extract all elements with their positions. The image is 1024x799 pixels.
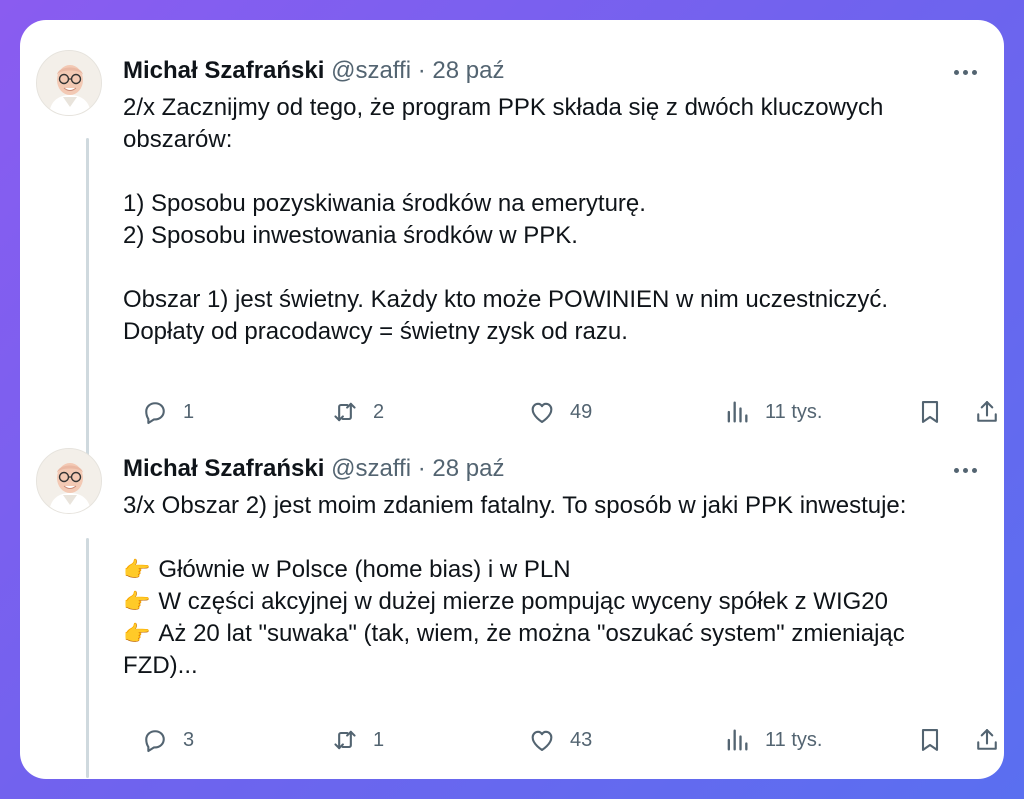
like-button[interactable]: 49 — [528, 394, 592, 430]
more-icon[interactable] — [954, 68, 980, 78]
view-count: 11 tys. — [765, 400, 823, 423]
bullet-text: W części akcyjnej w dużej mierze pompują… — [158, 588, 888, 615]
tweet-text: 3/x Obszar 2) jest moim zdaniem fatalny.… — [123, 490, 906, 682]
action-bar: 1 2 49 11 tys. — [123, 394, 997, 430]
tweet-text-line: 2/x Zacznijmy od tego, że program PPK sk… — [123, 94, 884, 121]
share-button[interactable] — [973, 394, 1001, 430]
action-bar: 3 1 43 11 tys. — [123, 722, 997, 758]
retweet-button[interactable]: 1 — [331, 722, 384, 758]
tweet-text-line: obszarów: — [123, 126, 233, 153]
views-button[interactable]: 11 tys. — [723, 394, 822, 430]
reply-count: 3 — [183, 728, 195, 751]
tweet-text-line — [123, 252, 888, 284]
author-handle[interactable]: @szaffi — [331, 57, 411, 84]
reply-count: 1 — [183, 400, 195, 423]
tweet-text-line — [123, 522, 906, 554]
views-icon — [727, 401, 748, 423]
share-icon — [977, 729, 997, 750]
bookmark-icon — [921, 729, 939, 751]
author-handle[interactable]: @szaffi — [331, 455, 411, 482]
heart-icon — [531, 402, 553, 423]
reply-icon — [145, 730, 165, 753]
pointing-hand-icon: 👉 — [123, 589, 151, 614]
bullet-text: Głównie w Polsce (home bias) i w PLN — [158, 556, 571, 583]
avatar[interactable] — [36, 448, 102, 514]
tweet-text-line: 1) Sposobu pozyskiwania środków na emery… — [123, 190, 646, 217]
tweet-text-line: FZD)... — [123, 652, 198, 679]
avatar[interactable] — [36, 50, 102, 116]
tweet-text-line — [123, 156, 888, 188]
thread-connector — [86, 138, 89, 460]
bullet-line: 👉 Głównie w Polsce (home bias) i w PLN — [123, 554, 906, 586]
views-button[interactable]: 11 tys. — [723, 722, 822, 758]
reply-button[interactable]: 3 — [141, 722, 194, 758]
share-icon — [977, 401, 997, 422]
retweet-icon — [334, 402, 356, 422]
reply-button[interactable]: 1 — [141, 394, 194, 430]
tweet-date[interactable]: 28 paź — [432, 57, 504, 84]
view-count: 11 tys. — [765, 728, 823, 751]
bookmark-button[interactable] — [916, 394, 944, 430]
tweet-text-line: 3/x Obszar 2) jest moim zdaniem fatalny.… — [123, 492, 907, 519]
separator-dot: · — [417, 57, 426, 84]
views-icon — [727, 729, 748, 751]
share-button[interactable] — [973, 722, 1001, 758]
author-name[interactable]: Michał Szafrański — [123, 455, 324, 482]
retweet-icon — [334, 730, 356, 750]
retweet-button[interactable]: 2 — [331, 394, 384, 430]
thread-card: Michał Szafrański @szaffi · 28 paź 2/x Z… — [20, 20, 1004, 779]
pointing-hand-icon: 👉 — [123, 621, 151, 646]
bullet-line: 👉 Aż 20 lat "suwaka" (tak, wiem, że możn… — [123, 618, 906, 650]
retweet-count: 2 — [373, 400, 385, 423]
pointing-hand-icon: 👉 — [123, 557, 151, 582]
bookmark-icon — [921, 401, 939, 423]
tweet-text: 2/x Zacznijmy od tego, że program PPK sk… — [123, 92, 888, 348]
tweet-text-line: Dopłaty od pracodawcy = świetny zysk od … — [123, 318, 628, 345]
like-button[interactable]: 43 — [528, 722, 592, 758]
bullet-line: 👉 W części akcyjnej w dużej mierze pompu… — [123, 586, 906, 618]
tweet-text-line: 2) Sposobu inwestowania środków w PPK. — [123, 222, 578, 249]
more-icon[interactable] — [954, 466, 980, 476]
like-count: 49 — [570, 400, 593, 423]
like-count: 43 — [570, 728, 593, 751]
retweet-count: 1 — [373, 728, 385, 751]
bookmark-button[interactable] — [916, 722, 944, 758]
heart-icon — [531, 730, 553, 751]
thread-connector — [86, 538, 89, 778]
tweet-date[interactable]: 28 paź — [432, 455, 504, 482]
tweet-header: Michał Szafrański @szaffi · 28 paź — [123, 454, 504, 484]
reply-icon — [145, 402, 165, 425]
bullet-text: Aż 20 lat "suwaka" (tak, wiem, że można … — [158, 620, 905, 647]
separator-dot: · — [417, 455, 426, 482]
tweet-text-line: Obszar 1) jest świetny. Każdy kto może P… — [123, 286, 889, 313]
author-name[interactable]: Michał Szafrański — [123, 57, 324, 84]
tweet-header: Michał Szafrański @szaffi · 28 paź — [123, 56, 504, 86]
